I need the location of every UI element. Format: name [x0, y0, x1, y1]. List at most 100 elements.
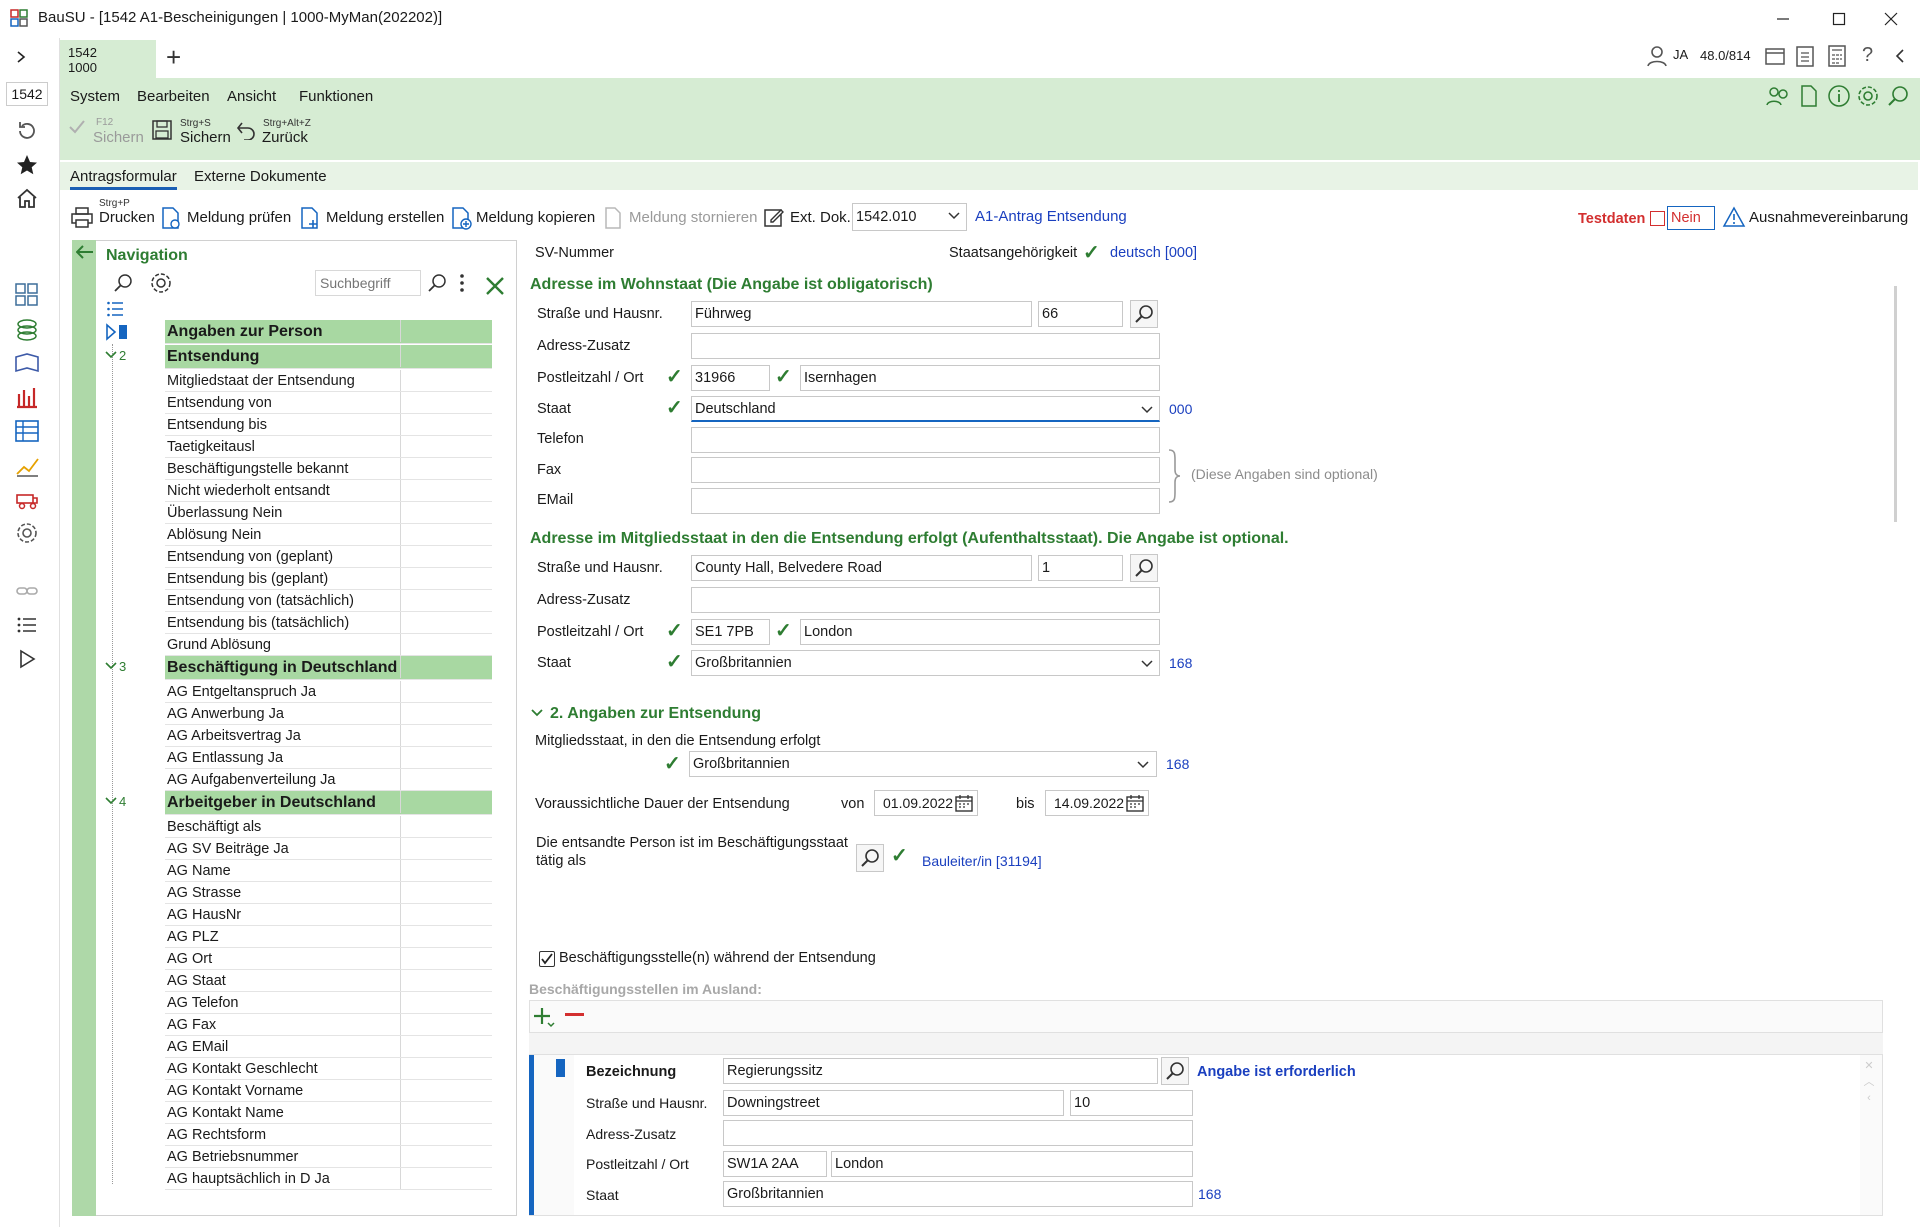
add-tab-button[interactable]: + — [166, 42, 181, 73]
nav-section-chevron-down-icon[interactable]: 4 — [105, 794, 126, 809]
stelle-staat-input[interactable]: Großbritannien — [723, 1181, 1193, 1207]
nav-item[interactable]: AG Entgeltanspruch Ja — [165, 681, 492, 703]
nav-item[interactable]: AG EMail — [165, 1036, 492, 1058]
menu-ansicht[interactable]: Ansicht — [227, 88, 276, 105]
ext-dok-dropdown-icon[interactable] — [948, 212, 960, 220]
nav-item[interactable]: Mitgliedstaat der Entsendung — [165, 370, 492, 392]
stelle-plz-input[interactable]: SW1A 2AA — [723, 1151, 827, 1177]
graph-icon[interactable] — [10, 450, 44, 480]
undo-button[interactable]: Zurück — [262, 129, 308, 146]
tab-externe-dokumente[interactable]: Externe Dokumente — [194, 168, 327, 185]
calculator-icon[interactable] — [1827, 44, 1847, 68]
nav-item[interactable]: AG Ort — [165, 948, 492, 970]
nav-item[interactable]: AG Staat — [165, 970, 492, 992]
mitglied-plz-input[interactable]: SE1 7PB — [691, 619, 770, 645]
nav-item[interactable]: AG Telefon — [165, 992, 492, 1014]
wohnstaat-hausnr-input[interactable]: 66 — [1038, 301, 1123, 327]
stelle-strasse-input[interactable]: Downingstreet — [723, 1090, 1064, 1116]
wohnstaat-staat-select[interactable]: Deutschland — [691, 396, 1160, 422]
mitgliedstaat-code[interactable]: 168 — [1166, 756, 1189, 772]
maximize-button[interactable] — [1811, 0, 1867, 38]
print-button[interactable]: Drucken — [99, 209, 155, 226]
remove-row-icon[interactable] — [565, 1013, 584, 1016]
link-icon[interactable] — [10, 576, 44, 606]
nav-item[interactable]: AG Entlassung Ja — [165, 747, 492, 769]
meldung-pruefen-button[interactable]: Meldung prüfen — [187, 209, 291, 226]
wohnstaat-plz-input[interactable]: 31966 — [691, 365, 770, 391]
refresh-icon[interactable] — [10, 116, 44, 146]
section-chevron-down-icon[interactable] — [531, 708, 543, 718]
nav-item[interactable]: Nicht wiederholt entsandt — [165, 480, 492, 502]
nav-item[interactable]: Entsendung von (geplant) — [165, 546, 492, 568]
nav-item[interactable]: AG Kontakt Vorname — [165, 1080, 492, 1102]
close-nav-icon[interactable] — [485, 276, 505, 296]
play-icon[interactable] — [10, 644, 44, 674]
wohnstaat-strasse-input[interactable]: Führweg — [691, 301, 1032, 327]
mitglied-zusatz-input[interactable] — [691, 587, 1160, 613]
mitglied-address-search-icon[interactable] — [1130, 554, 1158, 582]
nav-section-header[interactable]: Entsendung — [165, 345, 492, 369]
copy-document-icon[interactable] — [450, 206, 474, 230]
nav-item[interactable]: AG Strasse — [165, 882, 492, 904]
menu-funktionen[interactable]: Funktionen — [299, 88, 373, 105]
expand-chevron-icon[interactable] — [4, 42, 38, 72]
staat-dropdown-icon[interactable] — [1141, 406, 1153, 414]
clipboard-icon[interactable] — [1795, 44, 1815, 68]
chart-icon[interactable] — [10, 382, 44, 412]
document-tab[interactable]: 1542 1000 — [60, 40, 156, 78]
stelle-search-icon[interactable] — [1161, 1057, 1189, 1085]
warning-icon[interactable] — [1722, 206, 1746, 228]
home-icon[interactable] — [10, 184, 44, 214]
nav-item[interactable]: Beschäftigt als — [165, 816, 492, 838]
check-document-icon[interactable] — [160, 206, 182, 230]
nav-item[interactable]: AG Kontakt Geschlecht — [165, 1058, 492, 1080]
mitglied-hausnr-input[interactable]: 1 — [1038, 555, 1123, 581]
save-button[interactable]: Sichern — [180, 129, 231, 146]
nav-item[interactable]: Entsendung bis — [165, 414, 492, 436]
mitgliedstaat-select[interactable]: Großbritannien — [689, 751, 1157, 777]
meldung-kopieren-button[interactable]: Meldung kopieren — [476, 209, 595, 226]
nav-item[interactable]: Entsendung bis (tatsächlich) — [165, 612, 492, 634]
undo-icon[interactable] — [236, 120, 256, 140]
nav-item[interactable]: AG Anwerbung Ja — [165, 703, 492, 725]
table-icon[interactable] — [10, 416, 44, 446]
meldung-erstellen-button[interactable]: Meldung erstellen — [326, 209, 444, 226]
info-icon[interactable] — [1827, 84, 1851, 108]
nav-item[interactable]: AG hauptsächlich in D Ja — [165, 1168, 492, 1190]
fax-input[interactable] — [691, 457, 1160, 483]
nav-item[interactable]: Überlassung Nein — [165, 502, 492, 524]
nav-settings-gear-icon[interactable] — [149, 271, 173, 295]
nav-item[interactable]: AG HausNr — [165, 904, 492, 926]
entsendung-section-title[interactable]: 2. Angaben zur Entsendung — [550, 705, 761, 723]
add-row-icon[interactable] — [533, 1006, 555, 1028]
nav-item[interactable]: AG Arbeitsvertrag Ja — [165, 725, 492, 747]
taetig-value-link[interactable]: Bauleiter/in [31194] — [922, 853, 1042, 869]
nav-item[interactable]: Beschäftigungstelle bekannt — [165, 458, 492, 480]
options-gear-icon[interactable] — [1856, 84, 1880, 108]
mitglied-ort-input[interactable]: London — [800, 619, 1160, 645]
users-icon[interactable] — [1766, 85, 1790, 107]
meldung-stornieren-button[interactable]: Meldung stornieren — [629, 209, 757, 226]
mitgliedstaat-dropdown-icon[interactable] — [1137, 761, 1149, 769]
bis-calendar-icon[interactable] — [1126, 794, 1144, 812]
nav-search-input[interactable] — [315, 270, 421, 296]
stelle-hausnr-input[interactable]: 10 — [1070, 1090, 1193, 1116]
settings-gear-icon[interactable] — [10, 518, 44, 548]
nein-field[interactable]: Nein — [1667, 206, 1715, 230]
more-vertical-icon[interactable] — [458, 272, 466, 294]
client-selector[interactable]: 1542 — [6, 82, 48, 106]
nav-item[interactable]: Entsendung von — [165, 392, 492, 414]
stelle-ort-input[interactable]: London — [831, 1151, 1193, 1177]
menu-system[interactable]: System — [70, 88, 120, 105]
collapse-nav-arrow-icon[interactable] — [76, 244, 94, 260]
vehicle-icon[interactable] — [10, 484, 44, 514]
minimize-button[interactable] — [1755, 0, 1811, 38]
nav-section-chevron-down-icon[interactable]: 2 — [105, 348, 126, 363]
nav-search-icon[interactable] — [112, 272, 134, 294]
ausnahme-button[interactable]: Ausnahmevereinbarung — [1749, 209, 1908, 226]
stelle-zusatz-input[interactable] — [723, 1120, 1193, 1146]
tab-antragsformular[interactable]: Antragsformular — [70, 168, 177, 190]
nav-item[interactable]: AG PLZ — [165, 926, 492, 948]
list-icon[interactable] — [10, 610, 44, 640]
nav-search-go-icon[interactable] — [426, 272, 448, 294]
